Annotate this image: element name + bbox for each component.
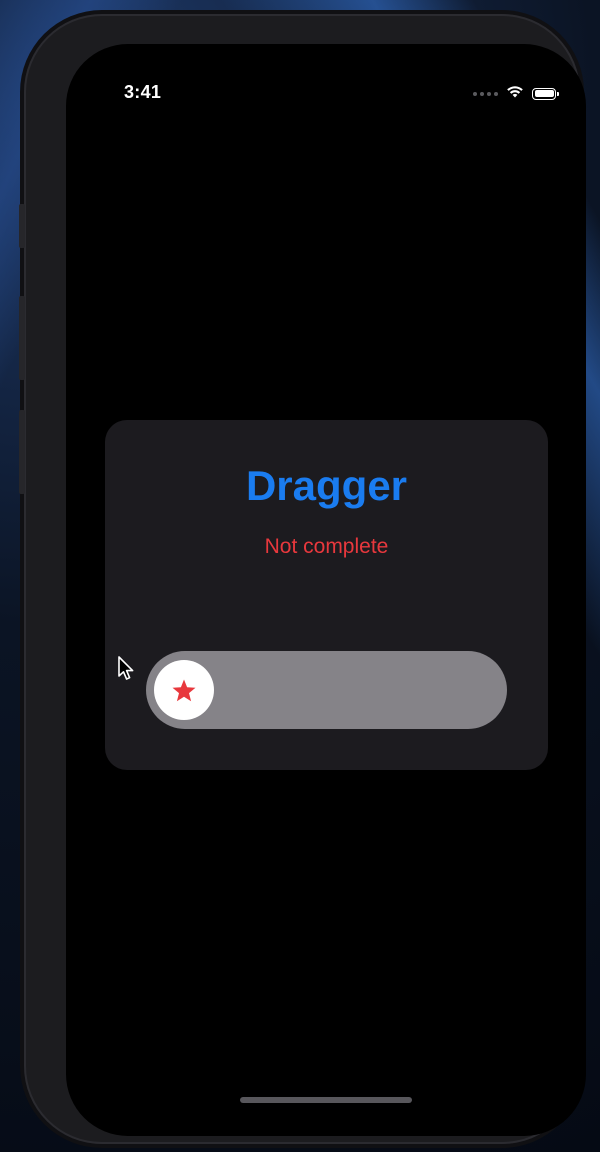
dragger-card: Dragger Not complete <box>105 420 548 770</box>
page-title: Dragger <box>245 462 408 509</box>
phone-screen: 3:41 Dragger Not complete <box>66 44 586 1136</box>
battery-icon <box>532 87 559 100</box>
star-icon <box>171 678 197 703</box>
volume-up-button <box>19 296 25 380</box>
phone-frame: 3:41 Dragger Not complete <box>19 14 586 1144</box>
drag-slider-knob[interactable] <box>154 660 214 720</box>
cellular-signal-icon <box>473 91 498 96</box>
status-bar-time: 3:41 <box>124 82 162 102</box>
volume-down-button <box>19 410 25 494</box>
drag-slider-track[interactable] <box>146 651 507 729</box>
wifi-icon <box>506 84 524 103</box>
action-button <box>19 204 25 248</box>
completion-status-label: Not complete <box>264 535 389 558</box>
home-indicator[interactable] <box>240 1097 412 1103</box>
status-bar-indicators <box>473 84 559 103</box>
